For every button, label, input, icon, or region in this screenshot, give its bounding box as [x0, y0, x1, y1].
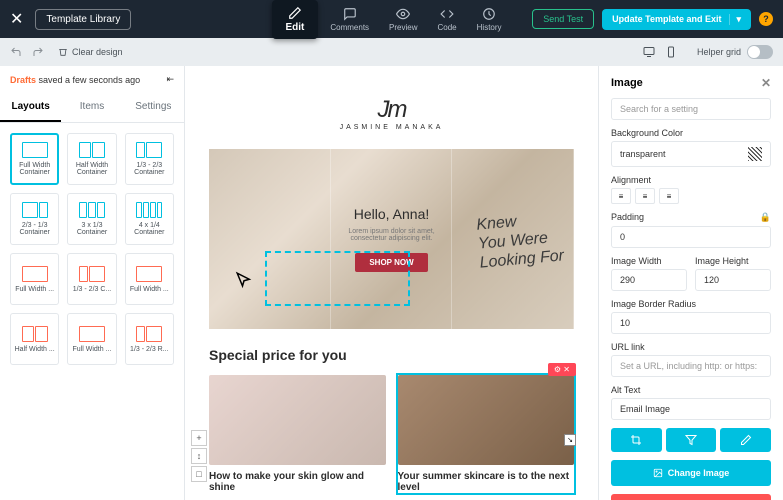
left-sidebar: Drafts saved a few seconds ago ⇤ Layouts… [0, 66, 185, 500]
history-tab[interactable]: History [467, 3, 512, 36]
close-button[interactable]: ✕ [10, 9, 23, 29]
items-tab[interactable]: Items [61, 93, 122, 122]
layout-option[interactable]: Full Width Container [10, 133, 59, 185]
crop-button[interactable] [611, 428, 662, 452]
bg-color-input[interactable]: transparent [611, 141, 771, 167]
bg-color-label: Background Color [611, 128, 771, 138]
move-block-button[interactable]: ↕ [191, 448, 207, 464]
cursor-icon [235, 271, 253, 289]
desktop-icon[interactable] [643, 46, 655, 58]
layout-option[interactable]: 2/3 - 1/3 Container [10, 193, 59, 245]
close-inspector-button[interactable]: ✕ [761, 76, 771, 90]
card-title: How to make your skin glow and shine [209, 471, 386, 493]
hero-overlay-text: KnewYou WereLooking For [475, 208, 564, 273]
padding-label: Padding [611, 212, 644, 223]
helper-grid-toggle[interactable]: Helper grid [697, 45, 773, 59]
edit-tab[interactable]: Edit [271, 0, 318, 39]
preview-tab[interactable]: Preview [379, 3, 427, 36]
eye-icon [396, 7, 410, 21]
article-card[interactable]: How to make your skin glow and shine [209, 375, 386, 493]
alt-input[interactable]: Email Image [611, 398, 771, 420]
layout-option[interactable]: Half Width ... [10, 313, 59, 365]
card-image [398, 375, 575, 465]
remove-image-button[interactable]: ✕ Remove Image [611, 494, 771, 500]
undo-icon[interactable] [10, 46, 22, 58]
canvas[interactable]: Jm JASMINE MANAKA Hello, Anna! Lorem ips… [185, 66, 598, 500]
padding-input[interactable]: 0 [611, 226, 771, 248]
align-left-button[interactable]: ≡ [611, 188, 631, 204]
toolbar: Clear design Helper grid [0, 38, 783, 66]
width-label: Image Width [611, 256, 687, 266]
collapse-icon[interactable]: ⇤ [166, 74, 174, 85]
align-center-button[interactable]: ≡ [635, 188, 655, 204]
radius-label: Image Border Radius [611, 299, 771, 309]
filter-button[interactable] [666, 428, 717, 452]
radius-input[interactable]: 10 [611, 312, 771, 334]
help-button[interactable]: ? [759, 12, 773, 26]
change-image-button[interactable]: Change Image [611, 460, 771, 486]
layouts-grid: Full Width Container Half Width Containe… [0, 123, 184, 375]
search-settings-input[interactable]: Search for a setting [611, 98, 771, 120]
template-library-button[interactable]: Template Library [35, 9, 131, 30]
layout-option[interactable]: Full Width ... [67, 313, 116, 365]
pencil-icon [288, 6, 302, 20]
history-icon [482, 7, 496, 21]
layout-option[interactable]: Half Width Container [67, 133, 116, 185]
layout-option[interactable]: Full Width ... [10, 253, 59, 305]
clear-design-button[interactable]: Clear design [58, 47, 123, 57]
height-input[interactable]: 120 [695, 269, 771, 291]
trash-icon [58, 47, 68, 57]
layout-option[interactable]: Full Width ... [125, 253, 174, 305]
transparent-swatch-icon [748, 147, 762, 161]
chevron-down-icon[interactable]: ▾ [729, 14, 741, 25]
section-heading: Special price for you [209, 347, 574, 363]
url-label: URL link [611, 342, 771, 352]
layout-option[interactable]: 3 x 1/3 Container [67, 193, 116, 245]
code-tab[interactable]: Code [428, 3, 467, 36]
resize-handle[interactable]: ↘ [564, 434, 576, 446]
width-input[interactable]: 290 [611, 269, 687, 291]
more-block-button[interactable]: □ [191, 466, 207, 482]
alt-label: Alt Text [611, 385, 771, 395]
hero-text: Lorem ipsum dolor sit amet, consectetur … [332, 228, 452, 242]
edit-image-button[interactable] [720, 428, 771, 452]
hero-heading: Hello, Anna! [332, 206, 452, 222]
layout-option[interactable]: 1/3 - 2/3 C... [67, 253, 116, 305]
code-icon [440, 7, 454, 21]
card-image [209, 375, 386, 465]
element-actions-badge[interactable]: ⚙ ✕ [548, 363, 576, 376]
layout-option[interactable]: 1/3 - 2/3 R... [125, 313, 174, 365]
canvas-tools: + ↕ □ [191, 430, 207, 482]
layouts-tab[interactable]: Layouts [0, 93, 61, 122]
align-right-button[interactable]: ≡ [659, 188, 679, 204]
height-label: Image Height [695, 256, 771, 266]
add-block-button[interactable]: + [191, 430, 207, 446]
mobile-icon[interactable] [665, 46, 677, 58]
drop-zone[interactable] [265, 251, 410, 306]
article-card-selected[interactable]: ⚙ ✕ ↘ Your summer skincare is to the nex… [398, 375, 575, 493]
top-bar: ✕ Template Library Edit Comments Preview… [0, 0, 783, 38]
send-test-button[interactable]: Send Test [532, 9, 594, 29]
redo-icon[interactable] [32, 46, 44, 58]
draft-status: Drafts saved a few seconds ago ⇤ [0, 66, 184, 93]
update-template-button[interactable]: Update Template and Exit▾ [602, 9, 751, 30]
layout-option[interactable]: 1/3 - 2/3 Container [125, 133, 174, 185]
image-icon [653, 468, 663, 478]
toggle-switch[interactable] [747, 45, 773, 59]
alignment-label: Alignment [611, 175, 771, 185]
url-input[interactable]: Set a URL, including http: or https: [611, 355, 771, 377]
card-title: Your summer skincare is to the next leve… [398, 471, 575, 493]
settings-tab[interactable]: Settings [123, 93, 184, 122]
inspector-panel: Image ✕ Search for a setting Background … [598, 66, 783, 500]
brand-logo: Jm JASMINE MANAKA [209, 86, 574, 141]
comments-tab[interactable]: Comments [320, 3, 379, 36]
lock-icon[interactable]: 🔒 [760, 212, 771, 223]
layout-option[interactable]: 4 x 1/4 Container [125, 193, 174, 245]
comment-icon [343, 7, 357, 21]
inspector-title: Image [611, 77, 643, 89]
